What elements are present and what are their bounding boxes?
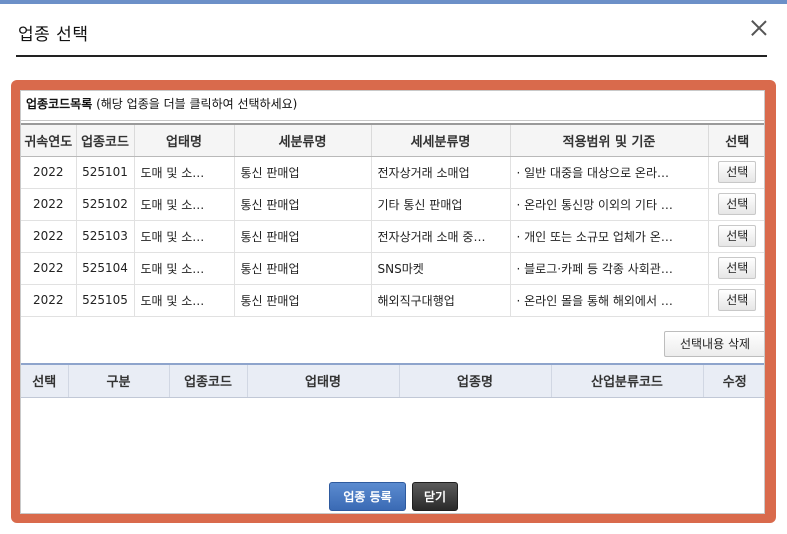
close-icon[interactable]	[751, 20, 767, 36]
cell-code: 525101	[76, 156, 135, 189]
cell-year: 2022	[21, 188, 77, 221]
col-header-code: 업종코드	[169, 363, 248, 398]
cell-category: 도매 및 소…	[134, 220, 235, 253]
cell-subclass: 통신 판매업	[234, 188, 372, 221]
select-button[interactable]: 선택	[718, 257, 757, 279]
table-row[interactable]: 2022 525105 도매 및 소… 통신 판매업 해외직구대행업 · 온라인…	[21, 284, 764, 317]
cell-category: 도매 및 소…	[134, 188, 235, 221]
industry-code-table: 귀속연도 업종코드 업태명 세분류명 세세분류명 적용범위 및 기준 선택 20…	[21, 123, 764, 317]
col-header-industry-name: 업종명	[399, 363, 552, 398]
table-row[interactable]: 2022 525104 도매 및 소… 통신 판매업 SNS마켓 · 블로그·카…	[21, 252, 764, 285]
cell-year: 2022	[21, 156, 77, 189]
delete-selection-button[interactable]: 선택내용 삭제	[664, 331, 764, 357]
table-row[interactable]: 2022 525103 도매 및 소… 통신 판매업 전자상거래 소매 중… ·…	[21, 220, 764, 253]
col-header-category: 업태명	[134, 123, 235, 157]
list-caption: 업종코드목록 (해당 업종을 더블 클릭하여 선택하세요)	[21, 91, 764, 121]
dialog-body: 업종코드목록 (해당 업종을 더블 클릭하여 선택하세요) 귀속연도 업종코드 …	[20, 90, 765, 514]
table-row[interactable]: 2022 525101 도매 및 소… 통신 판매업 전자상거래 소매업 · 일…	[21, 156, 764, 189]
col-header-code: 업종코드	[76, 123, 135, 157]
cell-subclass: 통신 판매업	[234, 156, 372, 189]
select-button[interactable]: 선택	[718, 289, 757, 311]
dialog-title: 업종 선택	[18, 25, 89, 45]
col-header-industry-class-code: 산업분류코드	[551, 363, 704, 398]
col-header-select: 선택	[708, 123, 764, 157]
table-row[interactable]: 2022 525102 도매 및 소… 통신 판매업 기타 통신 판매업 · 온…	[21, 188, 764, 221]
cell-subclass: 통신 판매업	[234, 284, 372, 317]
cell-subclass: 통신 판매업	[234, 220, 372, 253]
cell-category: 도매 및 소…	[134, 284, 235, 317]
cell-subclass: 통신 판매업	[234, 252, 372, 285]
cell-subsubclass: 전자상거래 소매업	[371, 156, 511, 189]
cell-category: 도매 및 소…	[134, 156, 235, 189]
register-industry-button[interactable]: 업종 등록	[329, 482, 406, 511]
cell-category: 도매 및 소…	[134, 252, 235, 285]
cell-year: 2022	[21, 252, 77, 285]
cell-select: 선택	[708, 156, 764, 189]
cell-subsubclass: 전자상거래 소매 중…	[371, 220, 511, 253]
select-button[interactable]: 선택	[718, 225, 757, 247]
list-caption-title: 업종코드목록	[26, 97, 93, 111]
col-header-subclass: 세분류명	[234, 123, 372, 157]
col-header-type: 구분	[68, 363, 170, 398]
window-top-accent	[0, 0, 787, 4]
footer-buttons: 업종 등록 닫기	[21, 482, 764, 511]
cell-scope: · 온라인 통신망 이외의 기타 …	[510, 188, 709, 221]
cell-scope: · 블로그·카페 등 각종 사회관…	[510, 252, 709, 285]
cell-year: 2022	[21, 284, 77, 317]
col-header-subsubclass: 세세분류명	[371, 123, 511, 157]
cell-select: 선택	[708, 220, 764, 253]
selected-industry-table: 선택 구분 업종코드 업태명 업종명 산업분류코드 수정	[21, 363, 764, 398]
col-header-edit: 수정	[703, 363, 764, 398]
col-header-scope: 적용범위 및 기준	[510, 123, 709, 157]
cell-select: 선택	[708, 188, 764, 221]
select-button[interactable]: 선택	[718, 193, 757, 215]
col-header-category: 업태명	[247, 363, 400, 398]
cell-code: 525103	[76, 220, 135, 253]
cell-select: 선택	[708, 284, 764, 317]
cell-code: 525104	[76, 252, 135, 285]
cell-subsubclass: 기타 통신 판매업	[371, 188, 511, 221]
cell-select: 선택	[708, 252, 764, 285]
cell-subsubclass: SNS마켓	[371, 252, 511, 285]
table-header-row: 귀속연도 업종코드 업태명 세분류명 세세분류명 적용범위 및 기준 선택	[21, 123, 764, 157]
cell-scope: · 일반 대중을 대상으로 온라…	[510, 156, 709, 189]
cell-code: 525102	[76, 188, 135, 221]
cell-scope: · 개인 또는 소규모 업체가 온…	[510, 220, 709, 253]
title-divider	[16, 55, 767, 57]
col-header-year: 귀속연도	[21, 123, 77, 157]
close-button[interactable]: 닫기	[412, 482, 458, 511]
col-header-select: 선택	[21, 363, 69, 398]
cell-code: 525105	[76, 284, 135, 317]
cell-scope: · 온라인 몰을 통해 해외에서 …	[510, 284, 709, 317]
cell-year: 2022	[21, 220, 77, 253]
select-button[interactable]: 선택	[718, 161, 757, 183]
cell-subsubclass: 해외직구대행업	[371, 284, 511, 317]
list-caption-note: (해당 업종을 더블 클릭하여 선택하세요)	[96, 97, 298, 111]
table-header-row: 선택 구분 업종코드 업태명 업종명 산업분류코드 수정	[21, 363, 764, 398]
